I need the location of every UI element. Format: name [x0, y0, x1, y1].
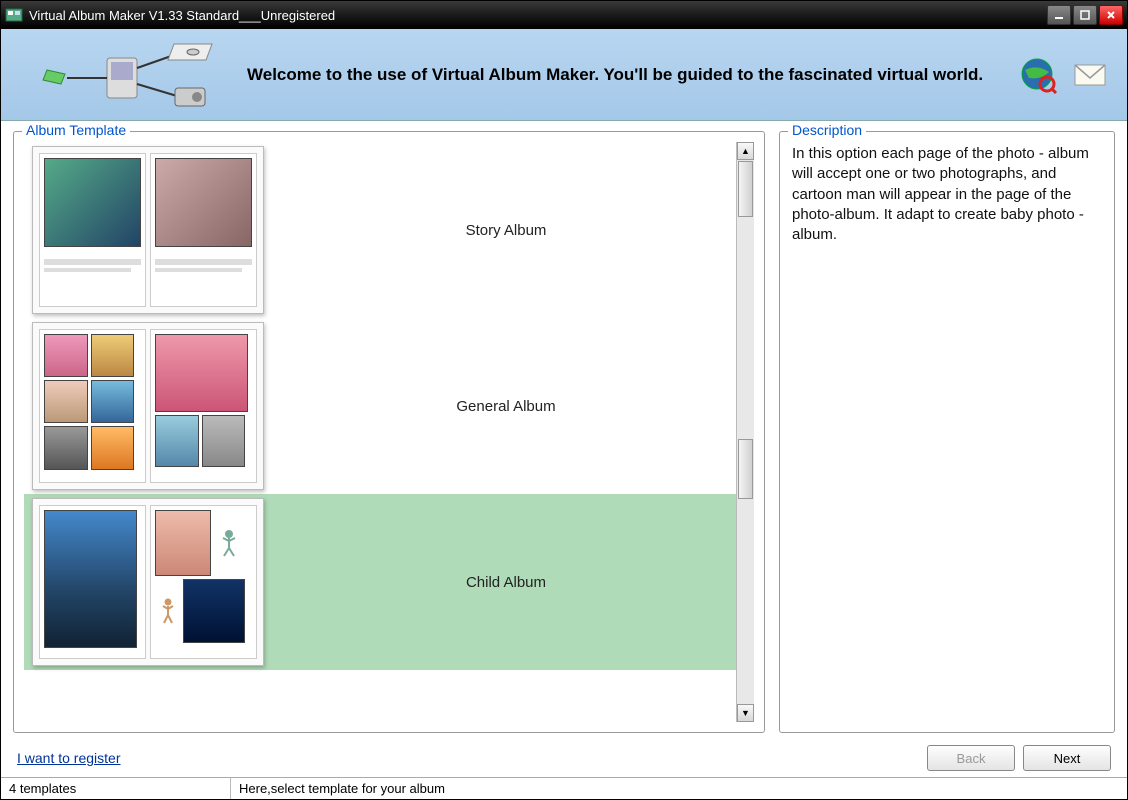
next-button[interactable]: Next — [1023, 745, 1111, 771]
template-fieldset: Album Template Story Album — [13, 131, 765, 733]
maximize-button[interactable] — [1073, 5, 1097, 25]
scrollbar-thumb[interactable] — [738, 439, 753, 499]
close-button[interactable] — [1099, 5, 1123, 25]
content-area: Album Template Story Album — [1, 121, 1127, 739]
template-scrollbar[interactable]: ▲ ▼ — [736, 142, 754, 722]
banner-icons — [1019, 56, 1109, 94]
welcome-banner: Welcome to the use of Virtual Album Make… — [1, 29, 1127, 121]
template-row-child[interactable]: Child Album — [24, 494, 736, 670]
template-legend: Album Template — [22, 122, 130, 138]
scrollbar-thumb[interactable] — [738, 161, 753, 217]
back-button[interactable]: Back — [927, 745, 1015, 771]
template-label: Story Album — [284, 222, 728, 239]
scroll-down-button[interactable]: ▼ — [737, 704, 754, 722]
template-label: Child Album — [284, 574, 728, 591]
welcome-text: Welcome to the use of Virtual Album Make… — [237, 65, 1019, 85]
scrollbar-track[interactable] — [737, 218, 754, 704]
description-fieldset: Description In this option each page of … — [779, 131, 1115, 733]
template-scroll-container: Story Album — [24, 142, 754, 722]
description-text: In this option each page of the photo - … — [790, 142, 1104, 247]
description-legend: Description — [788, 122, 866, 138]
template-thumb — [32, 498, 264, 666]
globe-icon[interactable] — [1019, 56, 1057, 94]
footer-actions: I want to register Back Next — [1, 739, 1127, 777]
statusbar: 4 templates Here,select template for you… — [1, 777, 1127, 799]
template-thumb — [32, 146, 264, 314]
status-hint: Here,select template for your album — [231, 778, 1127, 799]
titlebar: Virtual Album Maker V1.33 Standard___Unr… — [1, 1, 1127, 29]
minimize-button[interactable] — [1047, 5, 1071, 25]
app-icon — [5, 6, 23, 24]
scroll-up-button[interactable]: ▲ — [737, 142, 754, 160]
template-row-story[interactable]: Story Album — [24, 142, 736, 318]
window-title: Virtual Album Maker V1.33 Standard___Unr… — [29, 8, 1045, 23]
status-count: 4 templates — [1, 778, 231, 799]
template-list: Story Album — [24, 142, 736, 722]
mail-icon[interactable] — [1071, 56, 1109, 94]
template-row-general[interactable]: General Album — [24, 318, 736, 494]
template-label: General Album — [284, 398, 728, 415]
app-window: Virtual Album Maker V1.33 Standard___Unr… — [0, 0, 1128, 800]
register-link[interactable]: I want to register — [17, 750, 121, 766]
template-thumb — [32, 322, 264, 490]
banner-graphic — [19, 40, 237, 110]
